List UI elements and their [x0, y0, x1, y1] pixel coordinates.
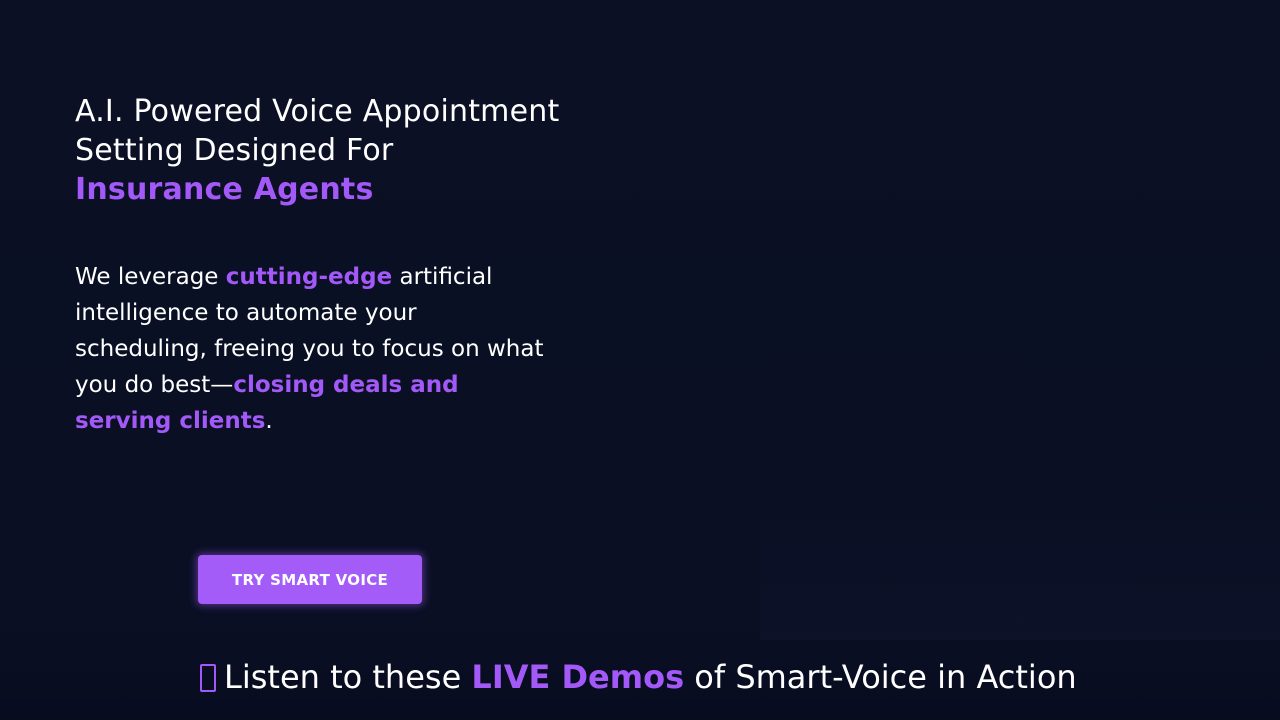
hero-description: We leverage cutting-edge artificial inte… [75, 259, 550, 439]
try-smart-voice-button[interactable]: TRY SMART VOICE [198, 555, 422, 604]
demos-prefix: Listen to these [224, 658, 472, 696]
hero-section: A.I. Powered Voice Appointment Setting D… [75, 92, 565, 439]
demos-highlight: LIVE Demos [471, 658, 685, 696]
hero-desc-highlight-1: cutting-edge [225, 264, 393, 290]
hero-title-accent: Insurance Agents [75, 172, 374, 207]
hero-desc-text-3: . [265, 408, 273, 434]
demos-heading: Listen to these LIVE Demos of Smart-Voic… [200, 655, 1077, 699]
microphone-icon [200, 664, 216, 692]
background-glow [760, 500, 1280, 640]
hero-title-text: A.I. Powered Voice Appointment Setting D… [75, 94, 560, 168]
hero-desc-text-1: We leverage [75, 264, 226, 290]
hero-title: A.I. Powered Voice Appointment Setting D… [75, 92, 565, 209]
page: A.I. Powered Voice Appointment Setting D… [0, 0, 1280, 720]
demos-suffix: of Smart-Voice in Action [684, 658, 1077, 696]
